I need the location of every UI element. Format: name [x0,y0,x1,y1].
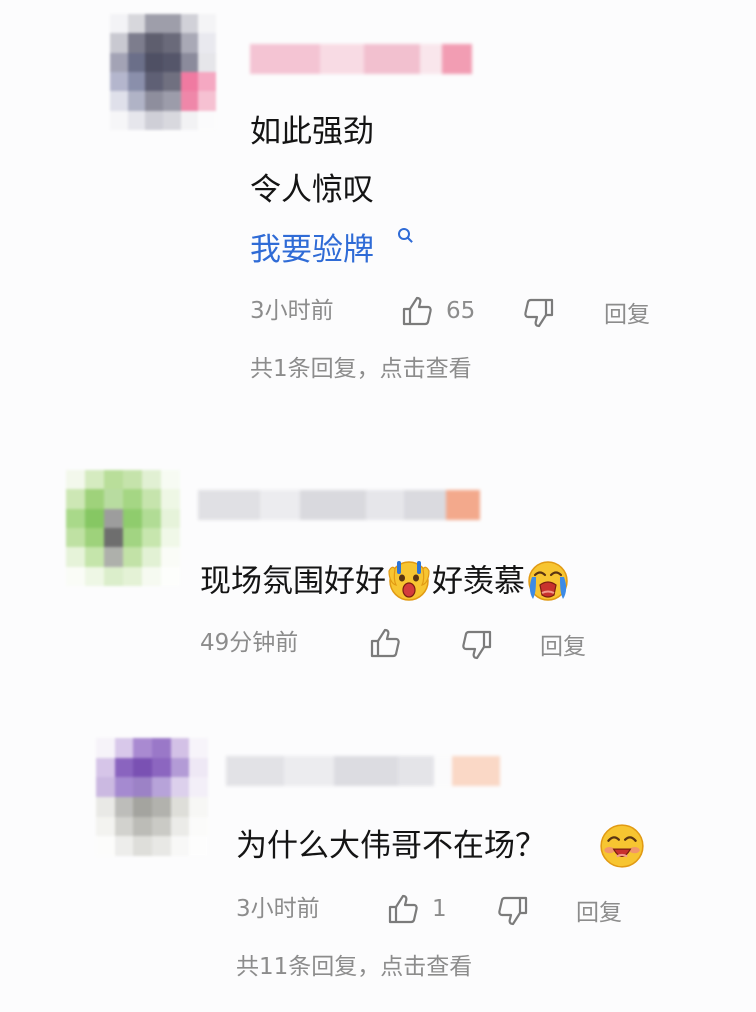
username-redacted[interactable] [198,490,480,520]
comment-text-part: 现场氛围好好 [200,563,386,600]
username-redacted[interactable] [250,44,472,74]
view-replies-link[interactable]: 共1条回复，点击查看 [250,354,472,384]
comment-time: 49分钟前 [200,630,299,656]
comment-text-line: 如此强劲 [250,114,374,150]
like-count: 1 [432,896,447,922]
like-icon[interactable] [368,626,402,660]
comment-text-part: 好羡慕 [432,563,525,600]
like-icon[interactable] [386,892,420,926]
comment-time: 3小时前 [250,298,334,324]
like-icon[interactable] [400,294,434,328]
search-icon [398,228,410,240]
comment-text: 为什么大伟哥不在场？ [236,826,546,866]
search-link[interactable]: 我要验牌 [250,230,374,270]
surprised-emoji-icon [386,557,432,603]
comment-text: 现场氛围好好 好羡慕 [200,560,571,606]
comment-time: 3小时前 [236,896,320,922]
dislike-icon[interactable] [460,628,494,662]
comment-text-line: 令人惊叹 [250,172,374,208]
laughing-blush-emoji-icon [598,822,646,870]
comment-text-part: 为什么大伟哥不在场？ [236,828,546,864]
dislike-icon[interactable] [496,894,530,928]
view-replies-link[interactable]: 共11条回复，点击查看 [236,952,472,982]
avatar[interactable] [110,14,216,130]
avatar[interactable] [66,470,180,586]
avatar[interactable] [96,738,208,856]
like-count: 65 [446,298,476,324]
dislike-icon[interactable] [522,296,556,330]
reply-button[interactable]: 回复 [540,632,586,662]
crying-emoji-icon [525,557,571,603]
reply-button[interactable]: 回复 [576,898,622,928]
reply-button[interactable]: 回复 [604,300,650,330]
username-redacted[interactable] [226,756,500,786]
